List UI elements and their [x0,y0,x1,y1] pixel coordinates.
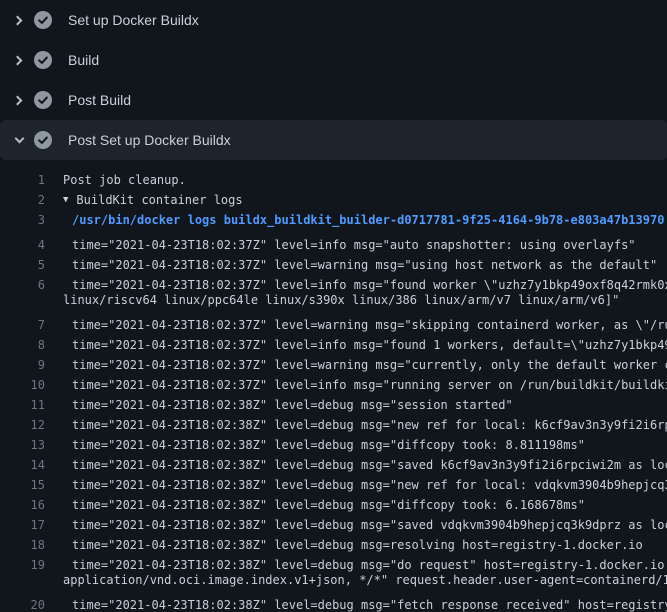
chevron-glyph [13,55,23,65]
line-number[interactable]: 19 [0,558,45,572]
log-row: 6 time="2021-04-23T18:02:37Z" level=info … [0,270,667,290]
chevron-glyph [13,15,23,25]
log-line-text: linux/riscv64 linux/ppc64le linux/s390x … [63,293,619,307]
step-section-build[interactable]: Build [0,40,667,80]
step-label: Post Set up Docker Buildx [68,132,231,148]
log-line-text: time="2021-04-23T18:02:38Z" level=debug … [72,398,513,412]
step-label: Set up Docker Buildx [68,12,199,28]
line-number[interactable]: 12 [0,418,45,432]
success-check-icon [34,131,52,149]
line-number[interactable]: 8 [0,338,45,352]
log-row: 13 time="2021-04-23T18:02:38Z" level=debu… [0,430,667,450]
line-number[interactable]: 16 [0,498,45,512]
step-label: Build [68,52,99,68]
chevron-right-icon[interactable] [13,94,25,106]
success-check-icon [34,91,52,109]
line-number[interactable]: 3 [0,213,45,227]
steps-list: Set up Docker Buildx Build Post Build Post … [0,0,667,160]
line-number[interactable]: 7 [0,318,45,332]
log-line-text: time="2021-04-23T18:02:37Z" level=info m… [72,238,636,252]
line-number[interactable]: 18 [0,538,45,552]
step-status-icon [34,11,52,29]
log-row: 5 time="2021-04-23T18:02:37Z" level=warni… [0,250,667,270]
line-number[interactable]: 17 [0,518,45,532]
log-row: 1 Post job cleanup. [0,170,667,190]
log-row: 2 ▼ BuildKit container logs [0,190,667,210]
log-line-text: time="2021-04-23T18:02:37Z" level=info m… [72,278,667,292]
log-row: 7 time="2021-04-23T18:02:37Z" level=warni… [0,310,667,330]
line-number[interactable]: 11 [0,398,45,412]
command-line-text: /usr/bin/docker logs buildx_buildkit_bui… [72,213,664,227]
log-line-text: time="2021-04-23T18:02:38Z" level=debug … [72,438,585,452]
log-line-text: time="2021-04-23T18:02:38Z" level=debug … [72,498,585,512]
log-row: 19 time="2021-04-23T18:02:38Z" level=debu… [0,550,667,570]
log-line-text: time="2021-04-23T18:02:38Z" level=debug … [72,558,667,572]
log-row: 12 time="2021-04-23T18:02:38Z" level=debu… [0,410,667,430]
line-number[interactable]: 10 [0,378,45,392]
log-row: 8 time="2021-04-23T18:02:37Z" level=info … [0,330,667,350]
line-number[interactable]: 13 [0,438,45,452]
line-number[interactable]: 9 [0,358,45,372]
log-line-text: time="2021-04-23T18:02:37Z" level=info m… [72,378,667,392]
log-line-text: time="2021-04-23T18:02:38Z" level=debug … [72,538,643,552]
log-line-text: time="2021-04-23T18:02:38Z" level=debug … [72,518,667,532]
log-row: 17 time="2021-04-23T18:02:38Z" level=debu… [0,510,667,530]
chevron-down-icon[interactable] [13,134,25,146]
log-row: 14 time="2021-04-23T18:02:38Z" level=debu… [0,450,667,470]
chevron-right-icon[interactable] [13,14,25,26]
step-status-icon [34,91,52,109]
log-line-text: time="2021-04-23T18:02:37Z" level=warnin… [72,318,667,332]
step-section-post-build[interactable]: Post Build [0,80,667,120]
step-status-icon [34,51,52,69]
line-number[interactable]: 6 [0,278,45,292]
log-row: 3/usr/bin/docker logs buildx_buildkit_bu… [0,210,667,230]
chevron-glyph [14,134,24,144]
line-number[interactable]: 4 [0,238,45,252]
log-line-text: application/vnd.oci.image.index.v1+json,… [63,573,667,587]
chevron-glyph [13,95,23,105]
line-number[interactable]: 5 [0,258,45,272]
log-line-text: time="2021-04-23T18:02:38Z" level=debug … [72,418,667,432]
log-row: 11 time="2021-04-23T18:02:38Z" level=debu… [0,390,667,410]
log-row: 4 time="2021-04-23T18:02:37Z" level=info … [0,230,667,250]
log-row: linux/riscv64 linux/ppc64le linux/s390x … [0,290,667,310]
log-line-text: Post job cleanup. [63,173,186,187]
step-section-set-up-docker-buildx[interactable]: Set up Docker Buildx [0,0,667,40]
log-row: 20 time="2021-04-23T18:02:38Z" level=debu… [0,590,667,610]
chevron-right-icon[interactable] [13,54,25,66]
log-row: 10 time="2021-04-23T18:02:37Z" level=info… [0,370,667,390]
log-line-text: time="2021-04-23T18:02:38Z" level=debug … [72,598,667,612]
success-check-icon [34,11,52,29]
log-row: 9 time="2021-04-23T18:02:37Z" level=warni… [0,350,667,370]
step-status-icon [34,131,52,149]
line-number[interactable]: 15 [0,478,45,492]
line-number[interactable]: 2 [0,193,45,207]
log-line-text: time="2021-04-23T18:02:37Z" level=warnin… [72,358,667,372]
log-line-text: time="2021-04-23T18:02:37Z" level=info m… [72,338,667,352]
line-number[interactable]: 20 [0,598,45,612]
log-row: 15 time="2021-04-23T18:02:38Z" level=debu… [0,470,667,490]
log-row: 18 time="2021-04-23T18:02:38Z" level=debu… [0,530,667,550]
log-row: 16 time="2021-04-23T18:02:38Z" level=debu… [0,490,667,510]
group-toggle-icon[interactable]: ▼ [63,195,68,205]
log-line-text: time="2021-04-23T18:02:38Z" level=debug … [72,458,667,472]
step-label: Post Build [68,92,131,108]
line-number[interactable]: 14 [0,458,45,472]
step-section-post-set-up-docker-buildx[interactable]: Post Set up Docker Buildx [0,120,667,160]
log-line-text: BuildKit container logs [76,193,242,207]
log-row: application/vnd.oci.image.index.v1+json,… [0,570,667,590]
log-line-text: time="2021-04-23T18:02:38Z" level=debug … [72,478,667,492]
log-lines: 1 Post job cleanup. 2 ▼ BuildKit container l… [0,160,667,610]
success-check-icon [34,51,52,69]
log-line-text: time="2021-04-23T18:02:37Z" level=warnin… [72,258,657,272]
line-number[interactable]: 1 [0,173,45,187]
